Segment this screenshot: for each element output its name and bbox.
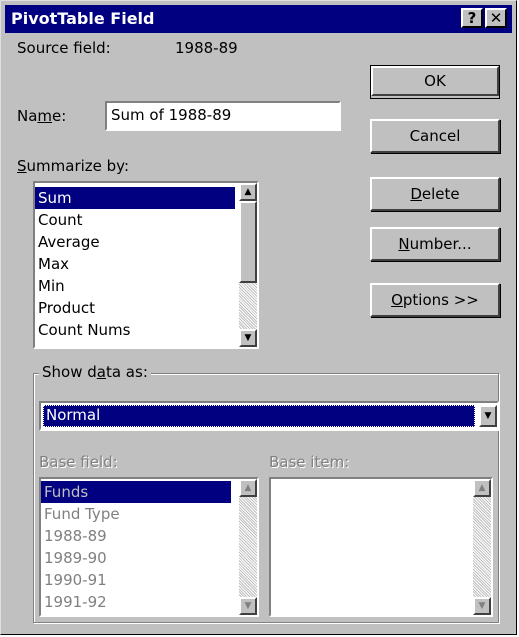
- source-field-value: 1988-89: [175, 39, 238, 57]
- base-item-scrollbar[interactable]: ▲ ▼: [473, 479, 491, 615]
- summarize-by-listbox[interactable]: Sum Count Average Max Min Product Count Nums ▲…: [33, 181, 259, 349]
- list-item[interactable]: Fund Type: [41, 503, 231, 525]
- title-bar[interactable]: PivotTable Field ? ✕: [5, 5, 512, 33]
- list-item[interactable]: Count Nums: [35, 319, 235, 341]
- list-item[interactable]: 1991-92: [41, 591, 231, 613]
- scroll-up-icon[interactable]: ▲: [239, 479, 257, 497]
- summarize-by-label: Summarize by:: [17, 157, 130, 175]
- source-field-label: Source field:: [17, 39, 111, 57]
- list-item[interactable]: Average: [35, 231, 235, 253]
- options-button[interactable]: Options >>: [370, 283, 500, 317]
- list-item[interactable]: Max: [35, 253, 235, 275]
- dropdown-arrow-icon[interactable]: ▼: [479, 405, 497, 427]
- list-item[interactable]: 1989-90: [41, 547, 231, 569]
- list-item[interactable]: 1990-91: [41, 569, 231, 591]
- dialog-title: PivotTable Field: [11, 9, 155, 28]
- base-item-label: Base item:: [269, 453, 350, 471]
- summarize-scrollbar[interactable]: ▲ ▼: [239, 183, 257, 347]
- pivottable-field-dialog: PivotTable Field ? ✕ Source field: 1988-…: [0, 0, 517, 635]
- base-item-listbox[interactable]: ▲ ▼: [269, 477, 493, 617]
- cancel-button[interactable]: Cancel: [370, 119, 500, 153]
- list-item[interactable]: Sum: [35, 187, 235, 209]
- list-item[interactable]: Product: [35, 297, 235, 319]
- scroll-up-icon[interactable]: ▲: [239, 183, 257, 201]
- dropdown-selected: Normal: [43, 405, 475, 427]
- base-field-label: Base field:: [39, 453, 118, 471]
- name-input[interactable]: Sum of 1988-89: [105, 101, 341, 131]
- scroll-down-icon[interactable]: ▼: [239, 329, 257, 347]
- base-field-scrollbar[interactable]: ▲ ▼: [239, 479, 257, 615]
- delete-button[interactable]: Delete: [370, 177, 500, 211]
- scroll-down-icon[interactable]: ▼: [239, 597, 257, 615]
- list-item[interactable]: Funds: [41, 481, 231, 503]
- base-field-listbox[interactable]: Funds Fund Type 1988-89 1989-90 1990-91 1991-…: [39, 477, 259, 617]
- list-item[interactable]: 1988-89: [41, 525, 231, 547]
- close-button[interactable]: ✕: [485, 8, 507, 28]
- scroll-up-icon[interactable]: ▲: [473, 479, 491, 497]
- name-label: Name:: [17, 107, 67, 125]
- scroll-down-icon[interactable]: ▼: [473, 597, 491, 615]
- list-item[interactable]: Min: [35, 275, 235, 297]
- scroll-thumb[interactable]: [239, 201, 257, 283]
- show-data-as-label: Show data as:: [39, 363, 151, 381]
- show-data-as-dropdown[interactable]: Normal ▼: [39, 401, 499, 431]
- ok-button[interactable]: OK: [370, 65, 500, 99]
- help-button[interactable]: ?: [461, 8, 483, 28]
- list-item[interactable]: Count: [35, 209, 235, 231]
- number-button[interactable]: Number...: [370, 227, 500, 261]
